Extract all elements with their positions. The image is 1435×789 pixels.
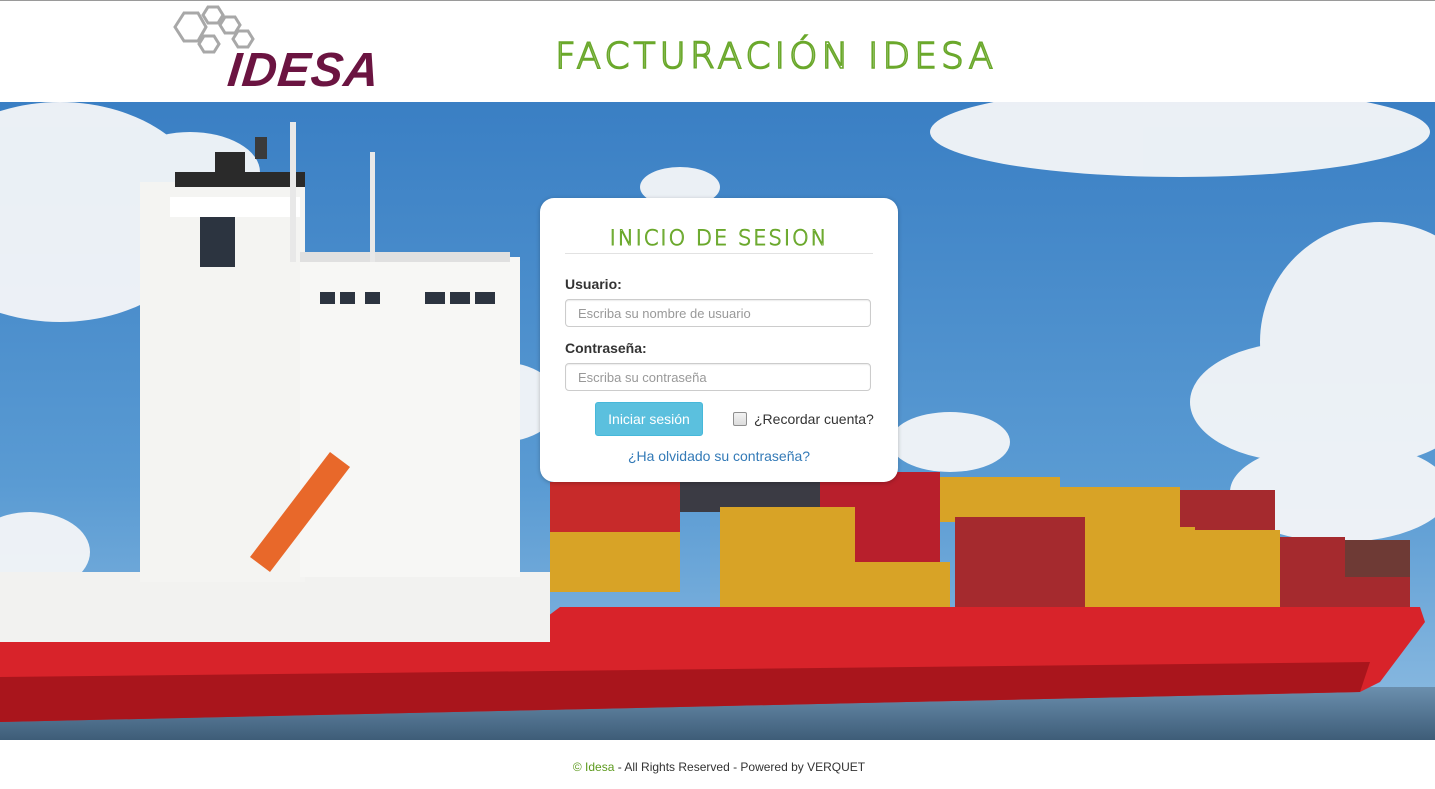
login-title: INICIO DE SESION <box>609 226 829 251</box>
footer-text: © Idesa - All Rights Reserved - Powered … <box>0 760 1435 774</box>
title-divider <box>565 253 873 254</box>
remember-checkbox[interactable] <box>733 412 747 426</box>
login-panel: INICIO DE SESION Usuario: Contraseña: In… <box>540 198 898 482</box>
remember-account[interactable]: ¿Recordar cuenta? <box>733 411 874 427</box>
footer-rights: - All Rights Reserved - Powered by VERQU… <box>614 760 866 774</box>
username-label: Usuario: <box>565 276 622 292</box>
password-input[interactable] <box>565 363 871 391</box>
footer: © Idesa - All Rights Reserved - Powered … <box>0 740 1435 789</box>
forgot-password-link[interactable]: ¿Ha olvidado su contraseña? <box>540 448 898 464</box>
password-label: Contraseña: <box>565 340 647 356</box>
logo-text: IDESA <box>225 44 383 97</box>
remember-label: ¿Recordar cuenta? <box>754 411 874 427</box>
site-title: FACTURACIÓN IDESA <box>554 36 998 78</box>
idesa-logo: IDESA <box>170 1 395 99</box>
username-input[interactable] <box>565 299 871 327</box>
login-button[interactable]: Iniciar sesión <box>595 402 703 436</box>
header: IDESA FACTURACIÓN IDESA <box>0 1 1435 102</box>
footer-copyright: © Idesa <box>572 760 615 774</box>
